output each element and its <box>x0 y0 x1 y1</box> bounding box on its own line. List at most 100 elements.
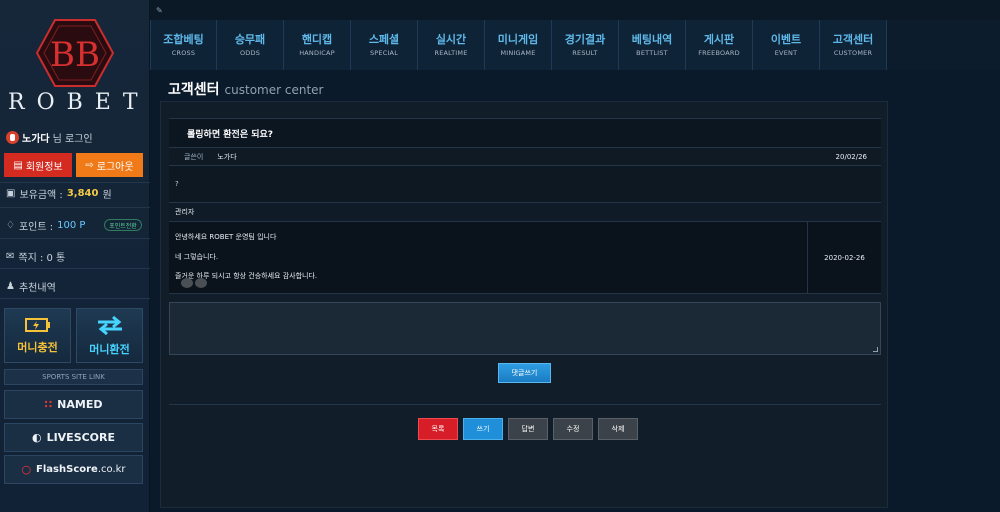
nav-sublabel: BETTLIST <box>636 49 668 57</box>
page-title: 고객센터 customer center <box>168 79 323 99</box>
pen-icon: ✎ <box>156 6 163 15</box>
comment-submit-button[interactable]: 댓글쓰기 <box>498 363 551 383</box>
nav-sublabel: FREEBOARD <box>698 49 740 57</box>
nav-label: 조합베팅 <box>163 33 204 46</box>
exchange-arrows-icon <box>97 315 122 335</box>
flashscore-label: FlashScore.co.kr <box>36 464 126 475</box>
sidebar: BB ROBET 노가다 님 로그인 ▤ 회원정보 ⇨ 로그아웃 ▣ 보유금액 :… <box>0 0 150 512</box>
robet-logo[interactable]: BB <box>35 18 115 88</box>
person-icon: ♟ <box>6 281 15 292</box>
post-author: 노가다 <box>217 152 237 161</box>
nav-sublabel: SPECIAL <box>369 49 399 57</box>
top-strip: ✎ <box>150 0 1000 20</box>
user-name: 노가다 <box>22 134 50 145</box>
write-button[interactable]: 쓰기 <box>463 418 503 440</box>
logout-label: 로그아웃 <box>96 161 134 173</box>
user-avatar-icon <box>6 131 19 144</box>
user-greeting: 노가다 님 로그인 <box>6 130 93 145</box>
post-body: ? <box>169 166 881 202</box>
points-value: 100 P <box>57 220 86 231</box>
id-card-icon: ▤ <box>13 159 23 171</box>
reply-emoticons <box>181 278 207 288</box>
nav-filler <box>887 20 1000 70</box>
list-button[interactable]: 목록 <box>418 418 458 440</box>
nav-label: 실시간 <box>435 33 467 46</box>
flashscore-name: FlashScore <box>36 464 98 475</box>
nav-label: 베팅내역 <box>631 33 673 46</box>
flashscore-link[interactable]: ○ FlashScore.co.kr <box>4 455 143 484</box>
author-label: 글쓴이 <box>184 152 204 161</box>
logout-button[interactable]: ⇨ 로그아웃 <box>76 153 143 177</box>
emoticon-icon <box>181 278 193 288</box>
logout-icon: ⇨ <box>85 159 94 171</box>
nav-label: 고객센터 <box>832 33 874 46</box>
messages-row[interactable]: ✉ 쪽지 : 0 통 <box>6 249 65 264</box>
divider <box>0 268 150 269</box>
nav-sublabel: RESULT <box>572 49 598 57</box>
post-actions: 목록 쓰기 답변 수정 삭제 <box>418 418 638 440</box>
balance-value: 3,840 <box>66 188 99 199</box>
nav-label: 경기결과 <box>564 33 606 46</box>
referral-row[interactable]: ♟ 추천내역 <box>6 279 56 294</box>
named-label: NAMED <box>57 398 103 411</box>
nav-item-customer[interactable]: 고객센터 CUSTOMER <box>820 20 887 70</box>
reply-line: 안녕하세요 ROBET 운영팀 입니다 <box>175 233 277 241</box>
balance-row: ▣ 보유금액 : 3,840 원 <box>6 186 112 201</box>
right-background <box>888 70 1000 512</box>
money-exchange-label: 머니환전 <box>89 342 130 356</box>
money-charge-label: 머니충전 <box>17 340 58 354</box>
nav-sublabel: CROSS <box>171 49 196 57</box>
balance-unit: 원 <box>102 190 112 201</box>
balance-label: 보유금액 : <box>19 190 63 201</box>
member-info-button[interactable]: ▤ 회원정보 <box>4 153 72 177</box>
livescore-label: LIVESCORE <box>46 431 116 444</box>
nav-sublabel: ODDS <box>239 49 261 57</box>
divider <box>0 207 150 208</box>
nav-item-bettlist[interactable]: 베팅내역 BETTLIST <box>619 20 686 70</box>
money-exchange-button[interactable]: 머니환전 <box>76 308 143 363</box>
divider <box>0 298 150 299</box>
points-row: ♢ 포인트 : 100 P <box>6 218 85 233</box>
money-charge-button[interactable]: 머니충전 <box>4 308 71 363</box>
page-title-en: customer center <box>224 83 324 97</box>
envelope-icon: ✉ <box>6 251 15 262</box>
post-meta: 글쓴이 노가다 20/02/26 <box>169 148 881 166</box>
wallet-icon: ▣ <box>6 188 16 199</box>
nav-item-realtime[interactable]: 실시간 REALTIME <box>418 20 485 70</box>
reply-date: 2020-02-26 <box>807 222 881 294</box>
nav-item-handicap[interactable]: 핸디캡 HANDICAP <box>284 20 351 70</box>
nav-item-event[interactable]: 이벤트 EVENT <box>753 20 820 70</box>
nav-item-cross[interactable]: 조합베팅 CROSS <box>150 20 217 70</box>
answer-button[interactable]: 답변 <box>508 418 548 440</box>
sports-link-heading: SPORTS SITE LINK <box>4 369 143 385</box>
resize-grip-icon[interactable] <box>873 347 878 352</box>
reply-author: 관리자 <box>169 202 881 222</box>
reply-line: 네 그렇습니다. <box>175 252 219 261</box>
nav-item-odds[interactable]: 승무패 ODDS <box>217 20 284 70</box>
brand-name: ROBET <box>8 90 150 115</box>
nav-item-freeboard[interactable]: 게시판 FREEBOARD <box>686 20 753 70</box>
nav-label: 승무패 <box>234 33 266 46</box>
post-title: 롤링하면 환전은 되요? <box>169 118 881 148</box>
nav-sublabel: EVENT <box>774 49 798 57</box>
delete-button[interactable]: 삭제 <box>598 418 638 440</box>
livescore-link[interactable]: ◐ LIVESCORE <box>4 423 143 452</box>
convert-points-button[interactable]: 포인트전환 <box>104 219 142 231</box>
flashscore-suffix: .co.kr <box>97 464 126 475</box>
emoticon-icon <box>195 278 207 288</box>
nav-label: 스페셜 <box>368 33 400 46</box>
post-date: 20/02/26 <box>835 152 867 161</box>
named-logo-icon: ∷ <box>44 398 53 411</box>
edit-button[interactable]: 수정 <box>553 418 593 440</box>
nav-sublabel: REALTIME <box>434 49 468 57</box>
named-link[interactable]: ∷ NAMED <box>4 390 143 419</box>
nav-sublabel: CUSTOMER <box>833 49 873 57</box>
nav-item-special[interactable]: 스페셜 SPECIAL <box>351 20 418 70</box>
svg-text:BB: BB <box>50 35 100 75</box>
nav-item-result[interactable]: 경기결과 RESULT <box>552 20 619 70</box>
diamond-icon: ♢ <box>6 220 15 231</box>
page-title-ko: 고객센터 <box>168 82 220 98</box>
nav-item-minigame[interactable]: 미니게임 MINIGAME <box>485 20 552 70</box>
comment-textarea[interactable] <box>169 302 881 355</box>
points-label: 포인트 : <box>18 222 54 233</box>
